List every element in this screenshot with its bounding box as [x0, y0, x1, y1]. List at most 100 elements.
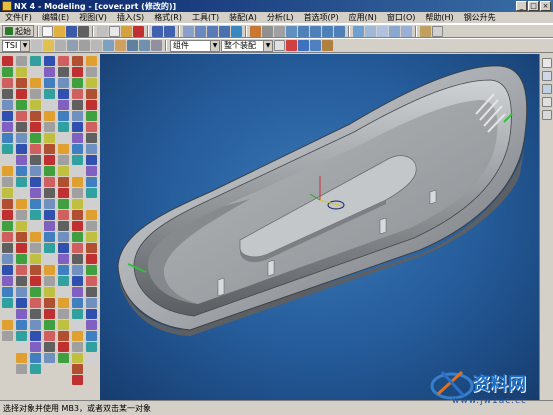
palette-tool-icon[interactable]	[30, 364, 41, 374]
palette-tool-icon[interactable]	[16, 111, 27, 121]
palette-tool-icon[interactable]	[72, 78, 83, 88]
view-top-icon[interactable]	[298, 25, 309, 37]
palette-tool-icon[interactable]	[30, 144, 41, 154]
snap-icon[interactable]	[55, 40, 66, 51]
palette-tool-icon[interactable]	[2, 199, 13, 209]
library-icon[interactable]	[541, 110, 552, 120]
palette-tool-icon[interactable]	[86, 56, 97, 66]
menu-help[interactable]: 帮助(H)	[420, 12, 458, 23]
palette-tool-icon[interactable]	[16, 122, 27, 132]
palette-tool-icon[interactable]	[16, 276, 27, 286]
palette-tool-icon[interactable]	[30, 232, 41, 242]
palette-tool-icon[interactable]	[44, 320, 55, 330]
view-front-icon[interactable]	[310, 25, 321, 37]
menu-edit[interactable]: 编辑(E)	[37, 12, 74, 23]
palette-tool-icon[interactable]	[86, 353, 97, 363]
palette-tool-icon[interactable]	[44, 210, 55, 220]
palette-tool-icon[interactable]	[58, 188, 69, 198]
palette-tool-icon[interactable]	[30, 122, 41, 132]
menu-file[interactable]: 文件(F)	[0, 12, 37, 23]
palette-tool-icon[interactable]	[44, 353, 55, 363]
palette-tool-icon[interactable]	[2, 122, 13, 132]
palette-tool-icon[interactable]	[58, 89, 69, 99]
snap-point-icon[interactable]	[286, 40, 297, 51]
palette-tool-icon[interactable]	[86, 210, 97, 220]
palette-tool-icon[interactable]	[86, 177, 97, 187]
palette-tool-icon[interactable]	[86, 144, 97, 154]
body-icon[interactable]	[103, 40, 114, 51]
palette-tool-icon[interactable]	[16, 309, 27, 319]
palette-tool-icon[interactable]	[72, 265, 83, 275]
palette-tool-icon[interactable]	[86, 287, 97, 297]
palette-tool-icon[interactable]	[2, 89, 13, 99]
palette-tool-icon[interactable]	[58, 155, 69, 165]
palette-tool-icon[interactable]	[16, 89, 27, 99]
palette-tool-icon[interactable]	[30, 287, 41, 297]
palette-tool-icon[interactable]	[86, 89, 97, 99]
delete-icon[interactable]	[133, 25, 144, 37]
palette-tool-icon[interactable]	[30, 210, 41, 220]
cut-icon[interactable]	[97, 25, 108, 37]
palette-tool-icon[interactable]	[2, 243, 13, 253]
palette-tool-icon[interactable]	[2, 78, 13, 88]
palette-tool-icon[interactable]	[72, 353, 83, 363]
palette-tool-icon[interactable]	[58, 320, 69, 330]
end-point-icon[interactable]	[298, 40, 309, 51]
palette-tool-icon[interactable]	[58, 144, 69, 154]
palette-tool-icon[interactable]	[16, 133, 27, 143]
palette-tool-icon[interactable]	[86, 111, 97, 121]
palette-tool-icon[interactable]	[16, 353, 27, 363]
palette-tool-icon[interactable]	[72, 89, 83, 99]
mid-point-icon[interactable]	[310, 40, 321, 51]
palette-tool-icon[interactable]	[2, 177, 13, 187]
palette-tool-icon[interactable]	[2, 210, 13, 220]
palette-tool-icon[interactable]	[72, 243, 83, 253]
rotate-icon[interactable]	[219, 25, 230, 37]
palette-tool-icon[interactable]	[16, 298, 27, 308]
palette-tool-icon[interactable]	[86, 331, 97, 341]
palette-tool-icon[interactable]	[44, 331, 55, 341]
palette-tool-icon[interactable]	[30, 320, 41, 330]
menu-format[interactable]: 格式(R)	[149, 12, 187, 23]
sheet-icon[interactable]	[353, 25, 364, 37]
palette-tool-icon[interactable]	[72, 199, 83, 209]
palette-tool-icon[interactable]	[2, 188, 13, 198]
palette-tool-icon[interactable]	[86, 221, 97, 231]
palette-tool-icon[interactable]	[30, 166, 41, 176]
palette-tool-icon[interactable]	[72, 111, 83, 121]
palette-tool-icon[interactable]	[58, 199, 69, 209]
palette-tool-icon[interactable]	[2, 155, 13, 165]
palette-tool-icon[interactable]	[58, 221, 69, 231]
pencil-icon[interactable]	[322, 40, 333, 51]
view-right-icon[interactable]	[322, 25, 333, 37]
new-file-icon[interactable]	[42, 25, 53, 37]
palette-tool-icon[interactable]	[72, 188, 83, 198]
palette-tool-icon[interactable]	[16, 320, 27, 330]
select-all-icon[interactable]	[31, 40, 42, 51]
palette-tool-icon[interactable]	[72, 254, 83, 264]
menu-extra[interactable]: 钢公升先	[459, 12, 501, 23]
palette-tool-icon[interactable]	[16, 232, 27, 242]
palette-tool-icon[interactable]	[58, 166, 69, 176]
palette-tool-icon[interactable]	[58, 353, 69, 363]
palette-tool-icon[interactable]	[86, 298, 97, 308]
menu-analysis[interactable]: 分析(L)	[262, 12, 299, 23]
palette-tool-icon[interactable]	[58, 254, 69, 264]
palette-tool-icon[interactable]	[44, 243, 55, 253]
palette-tool-icon[interactable]	[44, 144, 55, 154]
palette-tool-icon[interactable]	[44, 100, 55, 110]
palette-tool-icon[interactable]	[44, 309, 55, 319]
palette-tool-icon[interactable]	[2, 56, 13, 66]
palette-tool-icon[interactable]	[30, 67, 41, 77]
minimize-button[interactable]: _	[516, 1, 527, 11]
palette-tool-icon[interactable]	[44, 122, 55, 132]
graphics-viewport[interactable]	[100, 54, 539, 400]
open-folder-icon[interactable]	[54, 25, 65, 37]
palette-tool-icon[interactable]	[86, 342, 97, 352]
zoom-icon[interactable]	[195, 25, 206, 37]
palette-tool-icon[interactable]	[86, 155, 97, 165]
palette-tool-icon[interactable]	[58, 232, 69, 242]
palette-tool-icon[interactable]	[2, 265, 13, 275]
palette-tool-icon[interactable]	[44, 221, 55, 231]
palette-tool-icon[interactable]	[72, 320, 83, 330]
